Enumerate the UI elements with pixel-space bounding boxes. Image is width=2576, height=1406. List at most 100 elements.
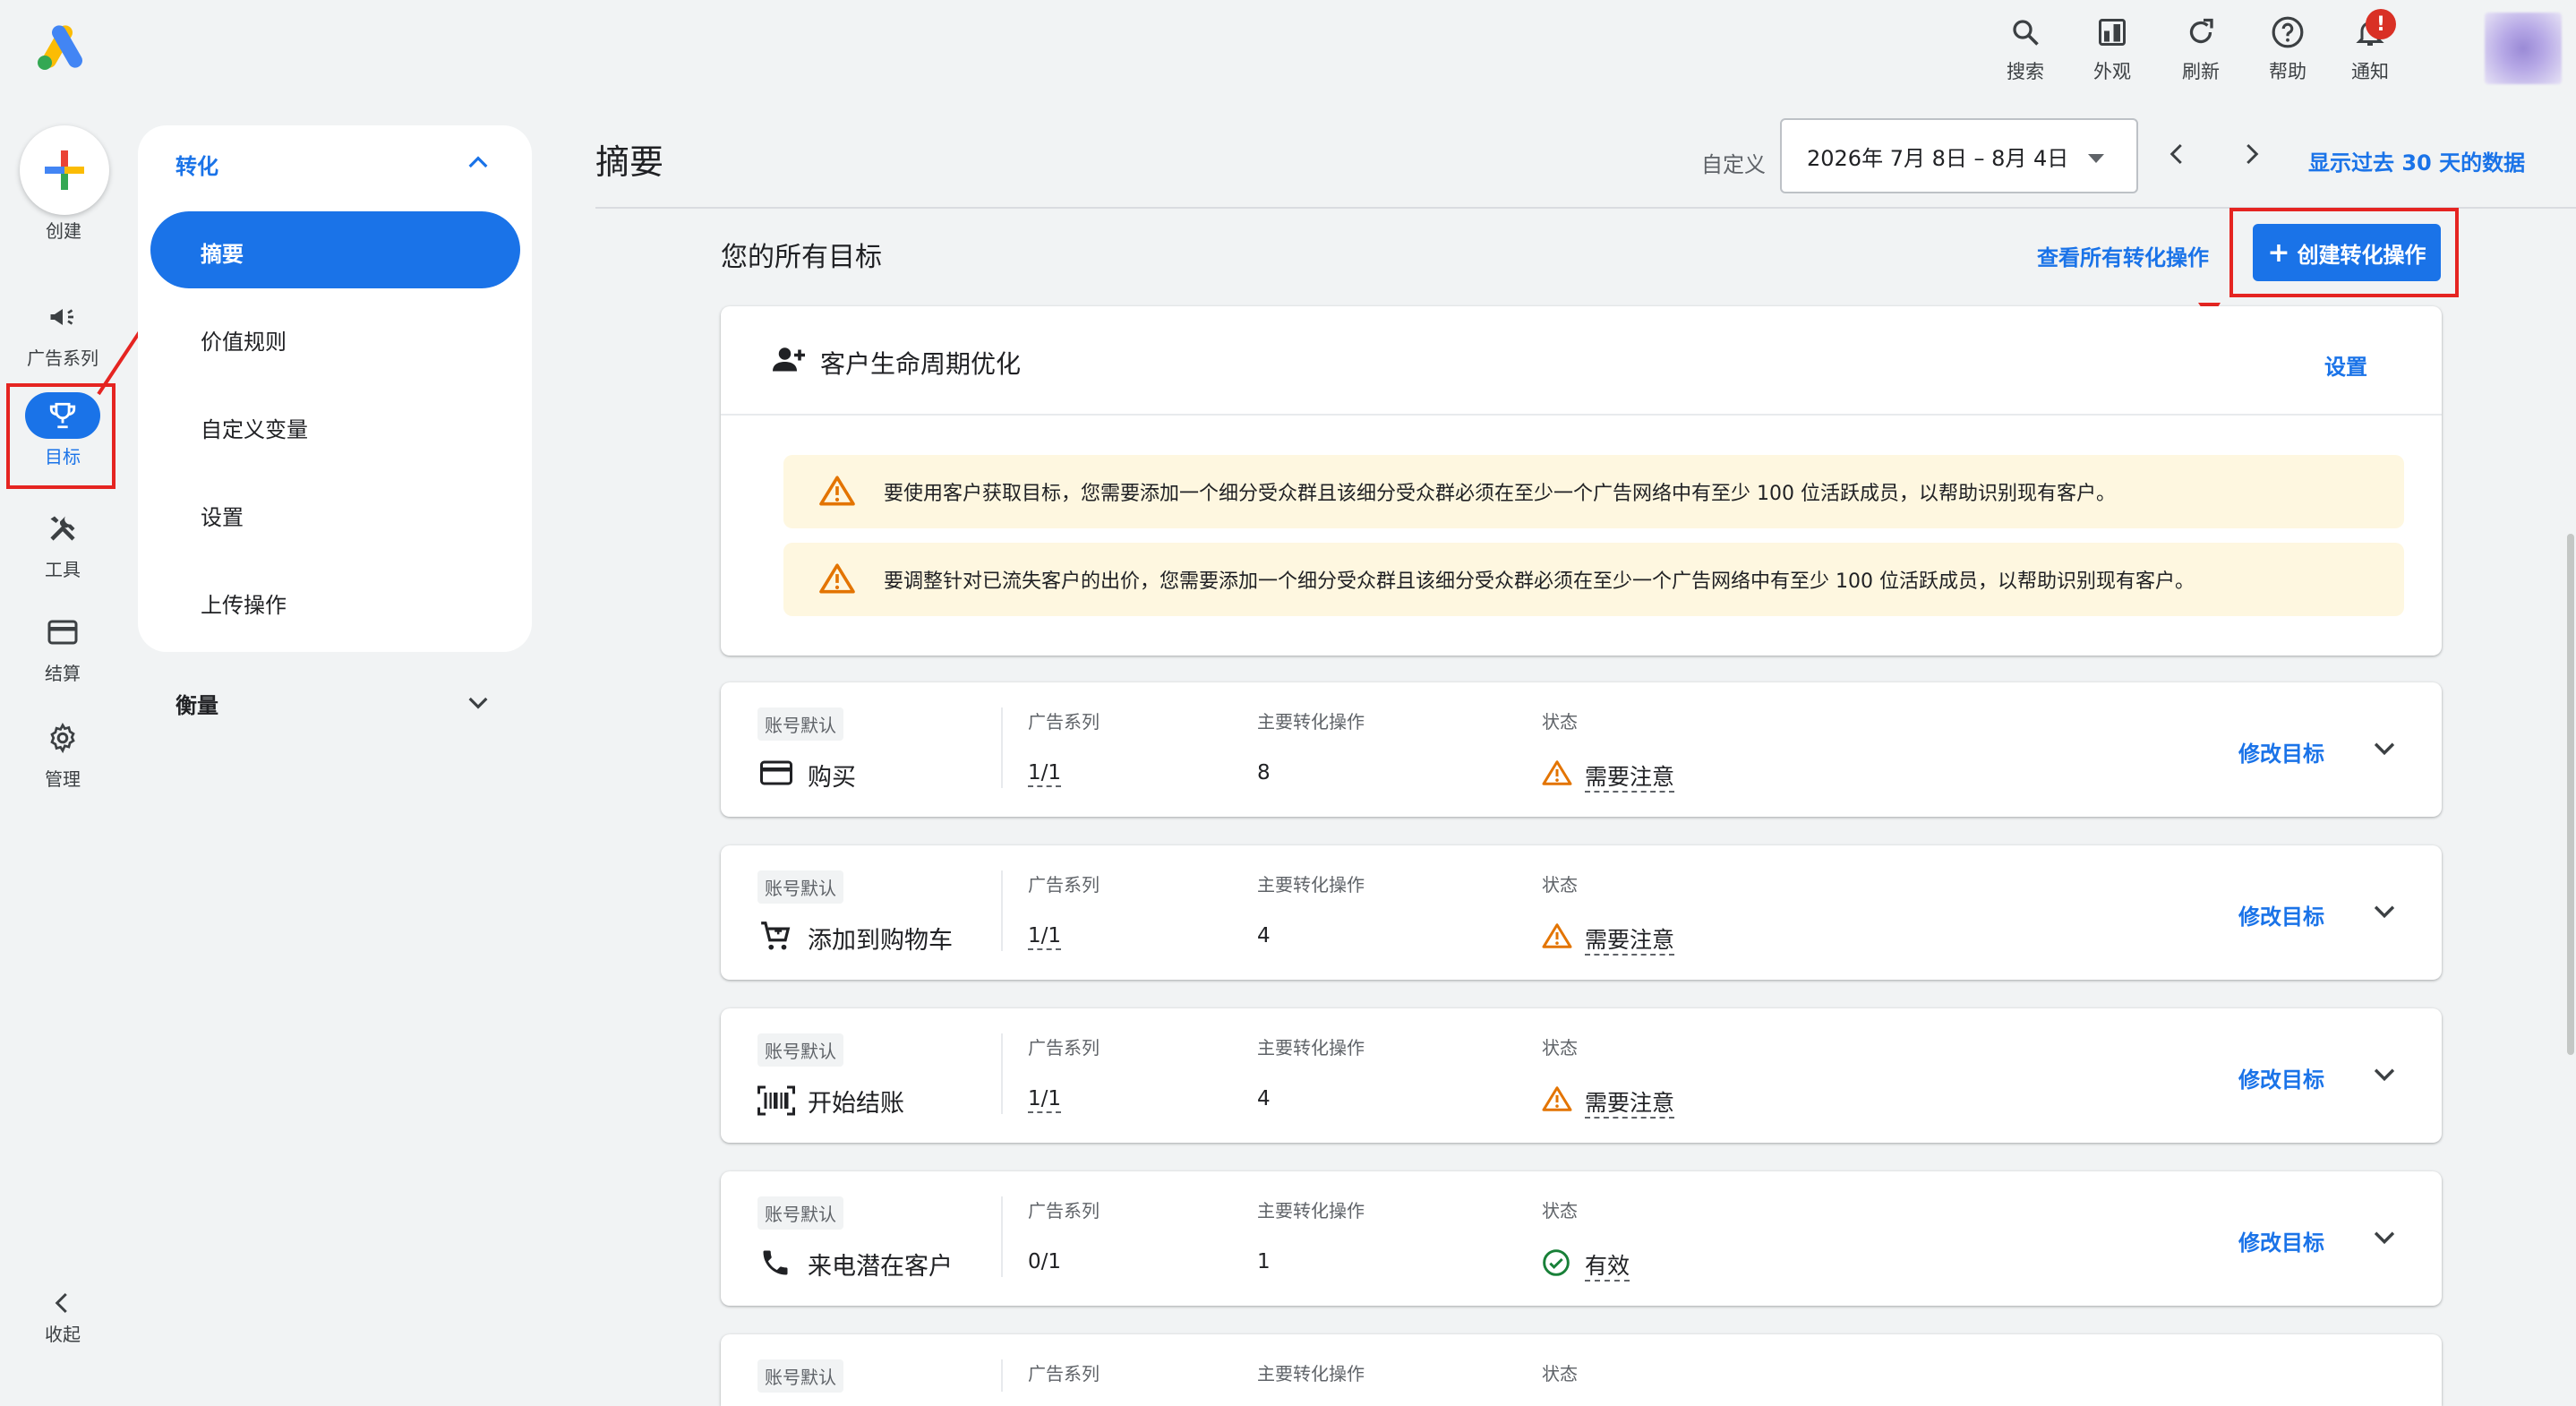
search-icon <box>2006 13 2045 52</box>
col-campaigns-header: 广告系列 <box>1028 1363 1100 1385</box>
edit-goal-link[interactable]: 修改目标 <box>2238 1225 2324 1256</box>
chevron-down-icon[interactable] <box>2369 1059 2400 1089</box>
nav-item-custom-variables[interactable]: 自定义变量 <box>201 412 308 443</box>
warning-icon <box>1542 759 1572 786</box>
col-status-header: 状态 <box>1542 1363 1578 1385</box>
create-conversion-button[interactable]: + 创建转化操作 <box>2253 224 2441 281</box>
col-campaigns-header: 广告系列 <box>1028 711 1100 733</box>
person-add-icon <box>770 344 808 374</box>
campaigns-value[interactable]: 1/1 <box>1028 924 1062 950</box>
goal-card-phone-leads <box>721 1171 2442 1306</box>
rail-item-billing[interactable]: 结算 <box>0 609 125 685</box>
conversions-nav-panel <box>138 125 532 652</box>
rail-label: 广告系列 <box>27 347 98 369</box>
chevron-down-icon[interactable] <box>2369 1222 2400 1252</box>
primary-actions-value: 4 <box>1257 1087 1271 1110</box>
refresh-button[interactable]: 刷新 <box>2161 13 2241 88</box>
account-default-tag: 账号默认 <box>757 1359 843 1393</box>
show-last-30-days-link[interactable]: 显示过去 30 天的数据 <box>2308 145 2525 176</box>
help-button[interactable]: 帮助 <box>2247 13 2328 88</box>
chevron-left-icon <box>2169 143 2182 165</box>
nav-section-measurement[interactable]: 衡量 <box>175 688 218 719</box>
goal-card-purchase <box>721 682 2442 817</box>
avatar[interactable] <box>2485 13 2562 84</box>
notification-badge: ! <box>2366 9 2396 39</box>
chevron-down-icon[interactable] <box>2369 896 2400 926</box>
chevron-up-icon[interactable] <box>464 149 492 177</box>
warning-icon <box>819 475 855 507</box>
search-label: 搜索 <box>2007 61 2044 82</box>
nav-item-value-rules[interactable]: 价值规则 <box>201 324 287 356</box>
collapse-button[interactable]: 收起 <box>0 1290 125 1346</box>
status-text[interactable]: 需要注意 <box>1585 759 1675 793</box>
col-status-header: 状态 <box>1542 874 1578 896</box>
col-status-header: 状态 <box>1542 1200 1578 1222</box>
create-label: 创建 <box>46 220 81 242</box>
edit-goal-link[interactable]: 修改目标 <box>2238 736 2324 767</box>
nav-item-uploads[interactable]: 上传操作 <box>201 587 287 619</box>
refresh-icon <box>2181 13 2221 52</box>
col-primary-actions-header: 主要转化操作 <box>1257 1200 1365 1222</box>
nav-item-settings[interactable]: 设置 <box>201 500 244 531</box>
row-divider <box>1001 707 1003 788</box>
date-range-select[interactable]: 2026年 7月 8日 – 8月 4日 <box>1780 118 2138 193</box>
help-label: 帮助 <box>2269 61 2306 82</box>
search-button[interactable]: 搜索 <box>1985 13 2066 88</box>
view-all-conversions-link[interactable]: 查看所有转化操作 <box>2037 240 2209 271</box>
credit-card-icon <box>759 759 793 786</box>
warning-icon <box>1542 922 1572 949</box>
check-circle-icon <box>1542 1248 1570 1277</box>
rail-label: 目标 <box>45 446 81 467</box>
campaigns-value: 0/1 <box>1028 1250 1062 1273</box>
primary-actions-value: 8 <box>1257 761 1271 784</box>
campaigns-value[interactable]: 1/1 <box>1028 761 1062 787</box>
notifications-button[interactable]: ! 通知 <box>2330 9 2410 88</box>
status-text[interactable]: 需要注意 <box>1585 1085 1675 1119</box>
gear-icon <box>25 715 100 761</box>
nav-item-summary[interactable]: 摘要 <box>150 211 520 288</box>
account-default-tag: 账号默认 <box>757 1196 843 1230</box>
goal-name: 添加到购物车 <box>808 927 953 955</box>
nav-section-conversions[interactable]: 转化 <box>175 149 218 180</box>
rail-label: 管理 <box>45 768 81 790</box>
nav-item-label: 摘要 <box>201 242 244 267</box>
col-primary-actions-header: 主要转化操作 <box>1257 874 1365 896</box>
credit-card-icon <box>25 609 100 656</box>
col-campaigns-header: 广告系列 <box>1028 1200 1100 1222</box>
rail-item-admin[interactable]: 管理 <box>0 715 125 791</box>
page-title: 摘要 <box>595 142 664 182</box>
phone-icon <box>759 1247 792 1279</box>
scrollbar-thumb[interactable] <box>2567 534 2574 1055</box>
rail-label: 结算 <box>45 663 81 684</box>
prev-period-button[interactable] <box>2158 134 2197 174</box>
goal-card-begin-checkout <box>721 1008 2442 1143</box>
rail-item-tools[interactable]: 工具 <box>0 505 125 581</box>
campaigns-value[interactable]: 1/1 <box>1028 1087 1062 1113</box>
create-button[interactable] <box>20 125 109 215</box>
refresh-label: 刷新 <box>2182 61 2220 82</box>
chevron-down-icon[interactable] <box>464 688 492 716</box>
account-default-tag: 账号默认 <box>757 870 843 904</box>
edit-goal-link[interactable]: 修改目标 <box>2238 1062 2324 1093</box>
chevron-down-icon[interactable] <box>2369 733 2400 763</box>
status-text[interactable]: 需要注意 <box>1585 922 1675 956</box>
col-primary-actions-header: 主要转化操作 <box>1257 1363 1365 1385</box>
appearance-button[interactable]: 外观 <box>2072 13 2152 88</box>
barcode-icon <box>757 1085 795 1116</box>
edit-goal-link[interactable]: 修改目标 <box>2238 899 2324 930</box>
help-icon <box>2268 13 2307 52</box>
rail-label: 工具 <box>45 559 81 580</box>
row-divider <box>1001 1196 1003 1277</box>
rail-item-goals[interactable]: 目标 <box>0 392 125 468</box>
warning-banner: 要调整针对已流失客户的出价，您需要添加一个细分受众群且该细分受众群必须在至少一个… <box>783 543 2404 616</box>
lifecycle-settings-link[interactable]: 设置 <box>2324 349 2367 381</box>
create-conversion-label: 创建转化操作 <box>2297 242 2426 268</box>
col-status-header: 状态 <box>1542 1037 1578 1059</box>
next-period-button[interactable] <box>2231 134 2271 174</box>
goal-card-partial <box>721 1334 2442 1406</box>
primary-actions-value: 4 <box>1257 924 1271 947</box>
primary-actions-value: 1 <box>1257 1250 1271 1273</box>
google-ads-logo[interactable] <box>36 25 88 72</box>
goal-name: 来电潜在客户 <box>808 1253 953 1281</box>
status-text[interactable]: 有效 <box>1585 1248 1630 1282</box>
